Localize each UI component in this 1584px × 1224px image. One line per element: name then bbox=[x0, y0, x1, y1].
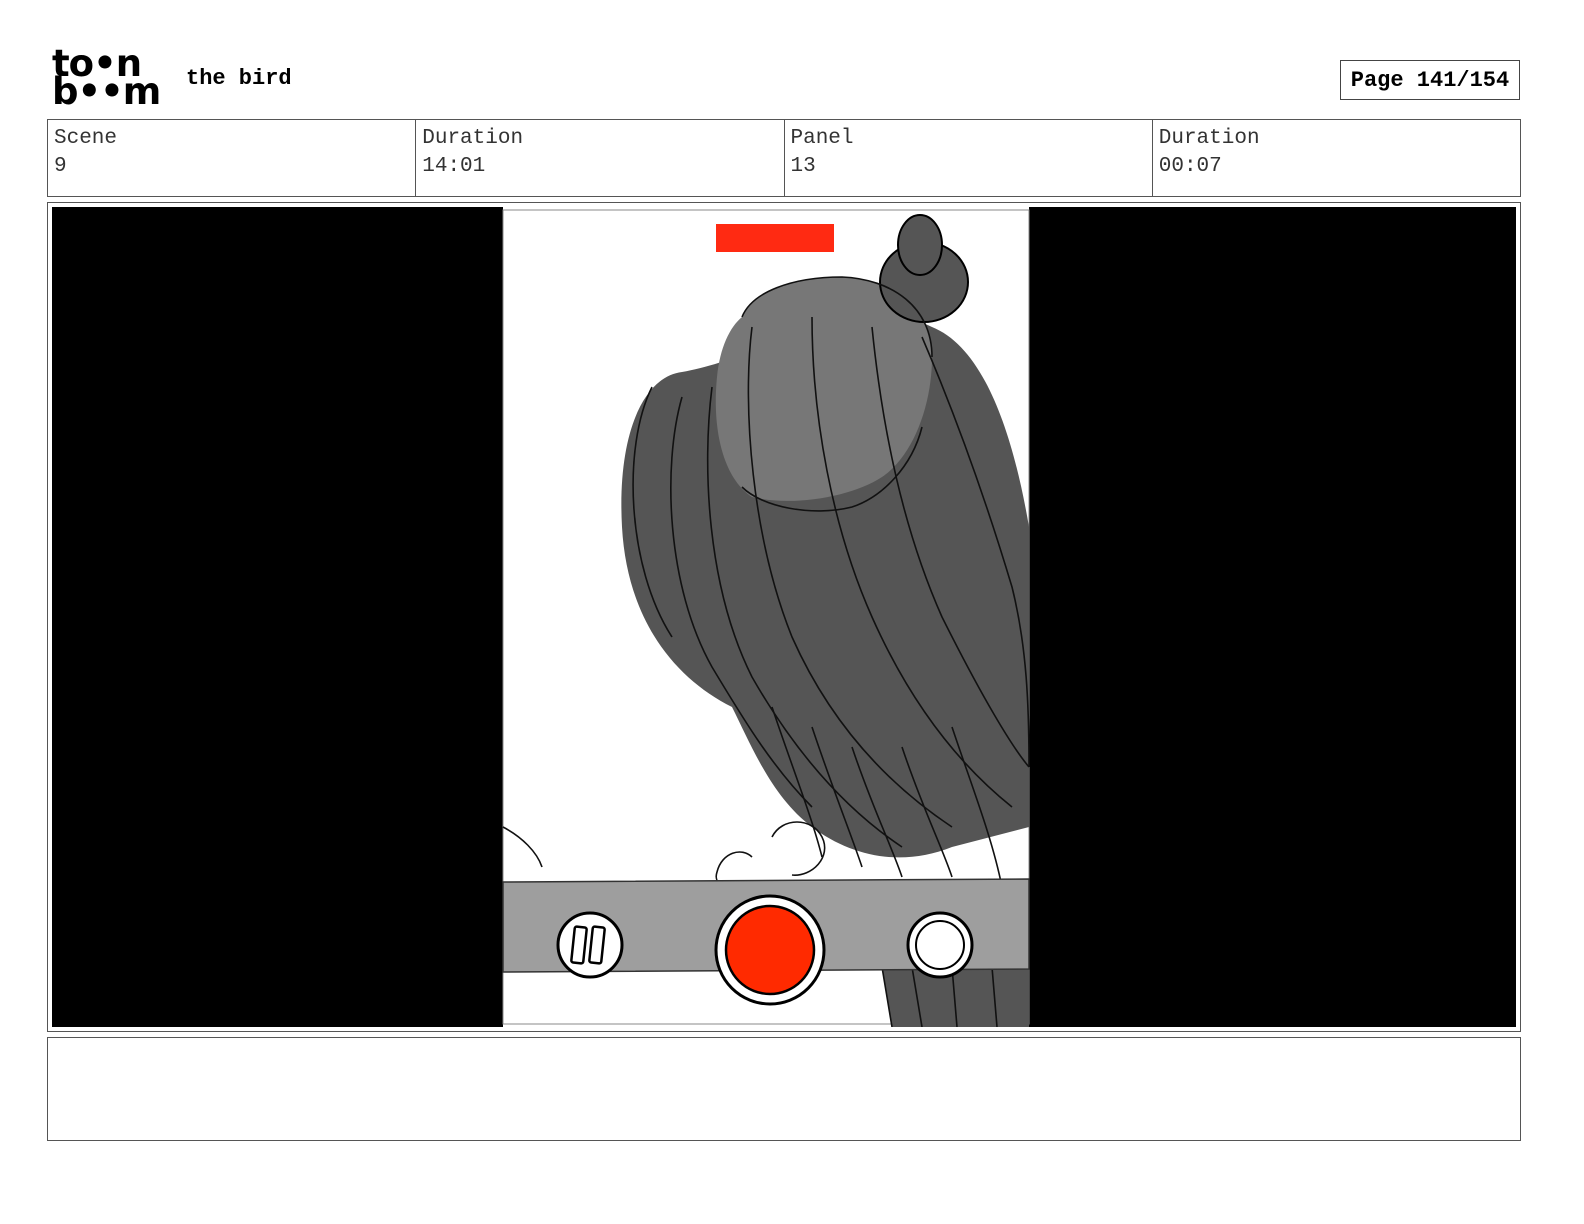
panel-duration-cell: Duration 00:07 bbox=[1153, 120, 1520, 196]
pause-button[interactable] bbox=[556, 911, 624, 979]
logo-line-2: b••m bbox=[52, 70, 161, 113]
notes-box bbox=[47, 1037, 1521, 1141]
info-table: Scene 9 Duration 14:01 Panel 13 Duration… bbox=[47, 119, 1521, 197]
scene-duration-cell: Duration 14:01 bbox=[416, 120, 785, 196]
panel-cell: Panel 13 bbox=[785, 120, 1153, 196]
panel-sketch bbox=[502, 207, 1030, 1027]
scene-label: Scene bbox=[54, 127, 118, 150]
recording-indicator bbox=[716, 224, 834, 252]
scene-value: 9 bbox=[54, 155, 67, 178]
panel-duration-label: Duration bbox=[1158, 127, 1260, 150]
project-title: the bird bbox=[186, 66, 292, 91]
panel-duration-value: 00:07 bbox=[1158, 155, 1222, 178]
record-button[interactable] bbox=[714, 894, 826, 1006]
panel-image bbox=[52, 207, 1516, 1027]
toonboom-logo: to•n b••m bbox=[52, 45, 164, 113]
panel-frame bbox=[47, 202, 1521, 1032]
snapshot-button[interactable] bbox=[906, 911, 974, 979]
scene-duration-label: Duration bbox=[422, 127, 524, 150]
panel-value: 13 bbox=[790, 155, 816, 178]
panel-label: Panel bbox=[790, 127, 854, 150]
scene-cell: Scene 9 bbox=[48, 120, 417, 196]
scene-duration-value: 14:01 bbox=[422, 155, 486, 178]
bird-crest bbox=[897, 214, 943, 276]
page-number: Page 141/154 bbox=[1340, 60, 1520, 100]
